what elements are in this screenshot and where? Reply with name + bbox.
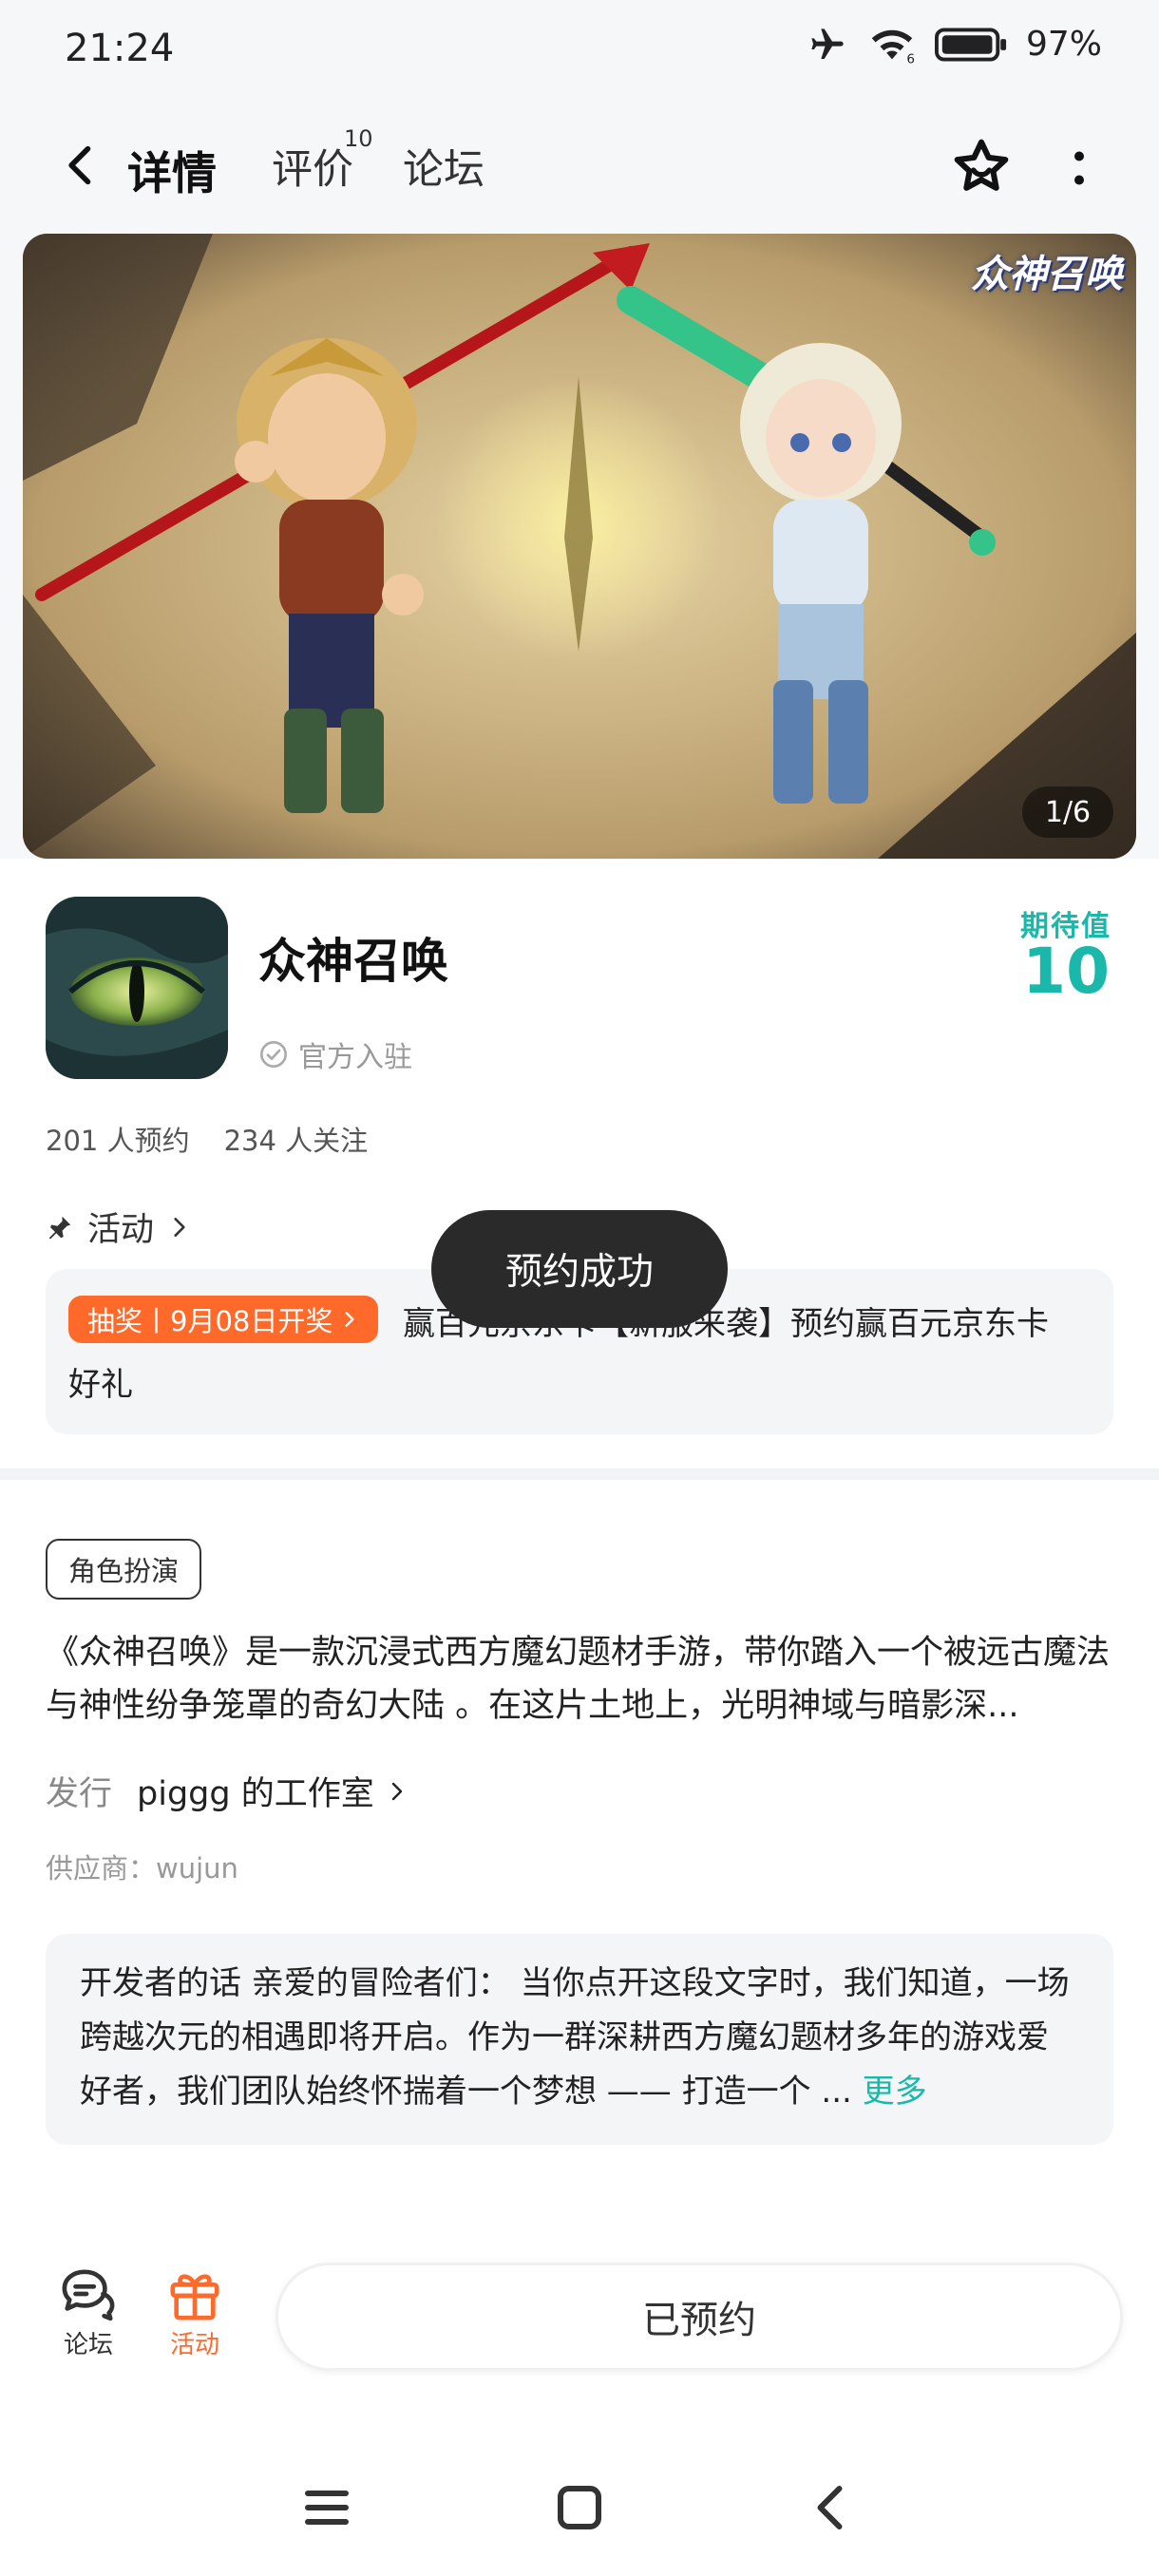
- back-arrow-icon[interactable]: [57, 141, 106, 190]
- bottom-activity-button[interactable]: 活动: [142, 2266, 247, 2360]
- chevron-right-icon: [391, 1782, 402, 1800]
- section-divider: [0, 1468, 1159, 1480]
- reviews-count-badge: 10: [344, 125, 373, 152]
- battery-icon: [934, 27, 1007, 62]
- more-link[interactable]: 更多: [863, 2073, 927, 2111]
- activity-header-label: 活动: [87, 1211, 155, 1249]
- app-name: 众神召唤: [258, 934, 448, 989]
- home-icon[interactable]: [551, 2479, 608, 2536]
- bottom-activity-label: 活动: [169, 2331, 219, 2359]
- follow-count: 234 人关注: [223, 1125, 369, 1157]
- bottom-action-bar: 论坛 活动 已预约: [0, 2240, 1159, 2382]
- tab-details-label: 详情: [127, 148, 217, 200]
- dragon-eye-icon: [46, 897, 228, 1079]
- forum-chat-icon: [62, 2269, 115, 2321]
- bottom-forum-button[interactable]: 论坛: [36, 2266, 141, 2360]
- verified-check-icon: [260, 1041, 287, 1068]
- airplane-icon: [811, 28, 844, 59]
- supplier-info: 供应商：wujun: [46, 1852, 238, 1885]
- toast-message: 预约成功: [431, 1210, 728, 1328]
- chevron-right-icon: [174, 1217, 185, 1237]
- publisher-label: 发行: [46, 1775, 113, 1813]
- developer-note[interactable]: 开发者的话 亲爱的冒险者们： 当你点开这段文字时，我们知道，一场跨越次元的相遇即…: [46, 1934, 1113, 2145]
- wifi-icon: 6: [871, 29, 915, 64]
- tab-forum-label: 论坛: [403, 146, 484, 194]
- tab-details[interactable]: 详情: [127, 137, 217, 202]
- stats-row: 201 人预约 234 人关注: [46, 1119, 368, 1159]
- status-time: 21:24: [65, 27, 175, 70]
- official-badge: 官方入驻: [258, 1033, 412, 1075]
- reserved-button[interactable]: 已预约: [276, 2263, 1123, 2371]
- game-logo: 众神召唤: [971, 253, 1123, 296]
- status-icons: 6 97%: [806, 25, 1102, 64]
- battery-percent: 97%: [1025, 25, 1102, 64]
- menu-icon[interactable]: [298, 2479, 355, 2536]
- bottom-forum-label: 论坛: [63, 2331, 113, 2359]
- status-bar: 21:24 6 97%: [0, 0, 1159, 104]
- lottery-badge: 抽奖丨9月08日开奖: [68, 1296, 379, 1343]
- gift-icon: [170, 2274, 219, 2320]
- screenshot-carousel[interactable]: 众神召唤 1/6: [23, 234, 1136, 859]
- expectation-value: 10: [1022, 935, 1110, 1008]
- pin-icon: [48, 1216, 71, 1239]
- more-options-icon[interactable]: [1062, 144, 1096, 192]
- system-navigation-bar: [0, 2432, 1159, 2576]
- tab-forum[interactable]: 论坛: [403, 137, 484, 196]
- reservation-count: 201 人预约: [46, 1125, 190, 1157]
- lottery-badge-label: 抽奖丨9月08日开奖: [87, 1305, 333, 1337]
- publisher-row[interactable]: 发行 piggg 的工作室: [46, 1767, 408, 1815]
- app-icon: [46, 897, 228, 1079]
- favorite-star-icon[interactable]: [950, 135, 1013, 198]
- banner-artwork: [23, 234, 1136, 859]
- genre-tag[interactable]: 角色扮演: [46, 1539, 202, 1600]
- top-nav: 详情 评价 10 论坛: [0, 104, 1159, 228]
- carousel-counter: 1/6: [1022, 786, 1113, 838]
- game-description[interactable]: 《众神召唤》是一款沉浸式西方魔幻题材手游，带你踏入一个被远古魔法与神性纷争笼罩的…: [46, 1626, 1113, 1733]
- tab-reviews-label: 评价: [272, 146, 353, 194]
- chevron-right-icon: [345, 1312, 354, 1327]
- svg-text:6: 6: [906, 51, 915, 64]
- publisher-name: piggg 的工作室: [137, 1775, 374, 1813]
- tab-reviews[interactable]: 评价 10: [272, 125, 373, 196]
- back-icon[interactable]: [804, 2479, 861, 2536]
- official-label: 官方入驻: [298, 1041, 412, 1074]
- activity-header[interactable]: 活动: [46, 1203, 192, 1251]
